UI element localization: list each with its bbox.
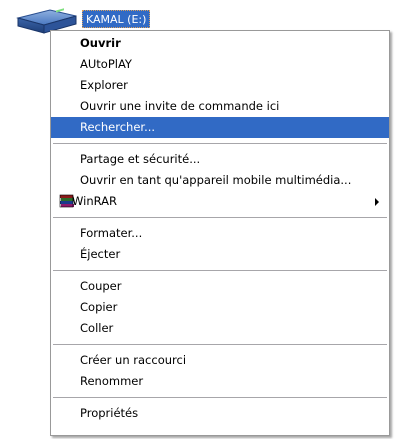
menu-item-create-shortcut[interactable]: Créer un raccourci xyxy=(51,350,389,371)
submenu-arrow-icon xyxy=(375,198,379,206)
menu-separator xyxy=(53,397,387,398)
desktop: KAMAL (E:) Ouvrir AUtoPlAY Explorer Ouvr… xyxy=(0,0,398,439)
menu-item-winrar[interactable]: WinRAR xyxy=(51,191,389,212)
drive-label[interactable]: KAMAL (E:) xyxy=(82,10,151,28)
menu-item-properties[interactable]: Propriétés xyxy=(51,403,389,424)
menu-separator xyxy=(53,217,387,218)
menu-item-paste[interactable]: Coller xyxy=(51,318,389,339)
menu-separator xyxy=(53,344,387,345)
menu-item-autoplay[interactable]: AUtoPlAY xyxy=(51,54,389,75)
menu-item-rename[interactable]: Renommer xyxy=(51,371,389,392)
menu-item-cut[interactable]: Couper xyxy=(51,276,389,297)
menu-separator xyxy=(53,270,387,271)
menu-item-search[interactable]: Rechercher... xyxy=(51,117,389,138)
menu-item-copy[interactable]: Copier xyxy=(51,297,389,318)
menu-item-winrar-label: WinRAR xyxy=(72,194,117,208)
menu-item-sharing-security[interactable]: Partage et sécurité... xyxy=(51,149,389,170)
menu-item-explore[interactable]: Explorer xyxy=(51,75,389,96)
menu-item-open[interactable]: Ouvrir xyxy=(51,33,389,54)
menu-item-format[interactable]: Formater... xyxy=(51,223,389,244)
menu-item-command-prompt-here[interactable]: Ouvrir une invite de commande ici xyxy=(51,96,389,117)
context-menu: Ouvrir AUtoPlAY Explorer Ouvrir une invi… xyxy=(50,30,390,436)
menu-item-open-as-mobile-device[interactable]: Ouvrir en tant qu'appareil mobile multim… xyxy=(51,170,389,191)
menu-separator xyxy=(53,143,387,144)
menu-item-eject[interactable]: Éjecter xyxy=(51,244,389,265)
